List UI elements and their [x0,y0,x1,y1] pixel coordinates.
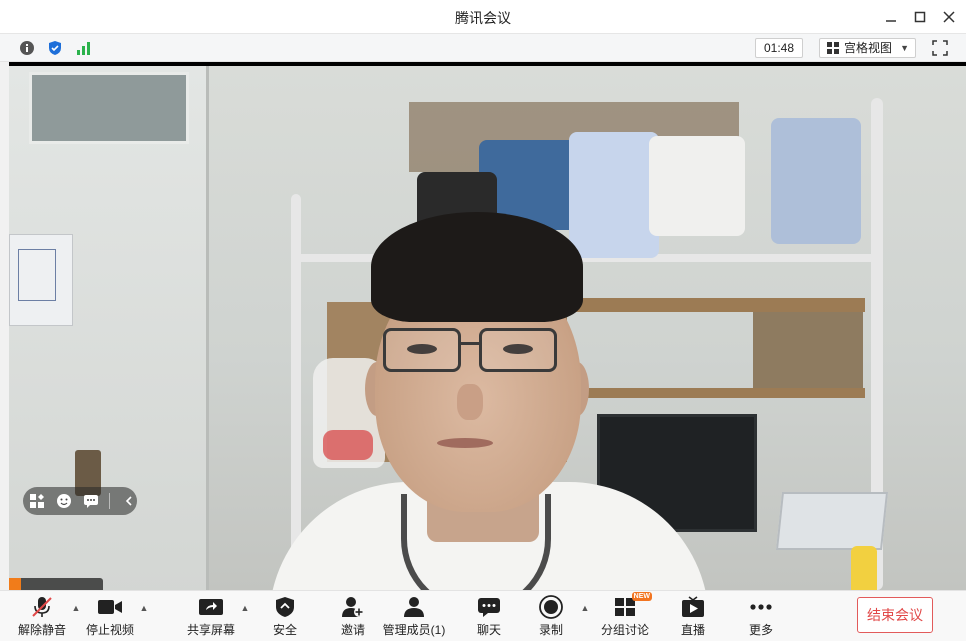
chat-label: 聊天 [476,623,501,637]
unmute-label: 解除静音 [18,623,67,637]
collapse-chevron-icon[interactable] [120,492,137,510]
video-glasses-right [479,328,557,372]
more-button[interactable]: 更多 [744,591,778,641]
maximize-icon [914,11,926,23]
fullscreen-icon [932,40,948,56]
emoji-reaction-icon[interactable] [56,492,73,510]
video-person-hair [371,212,583,322]
window-left-edge [0,62,9,590]
share-screen-button[interactable]: 共享屏幕 [186,591,236,641]
close-button[interactable] [938,7,960,27]
manage-members-label: 管理成员(1) [382,623,446,637]
layout-switch-icon[interactable] [29,492,46,510]
title-bar: 腾讯会议 [0,0,966,34]
minimize-icon [886,20,896,22]
breakout-rooms-label: 分组讨论 [600,623,649,637]
participant-badge-icon [9,578,21,590]
floating-mini-toolbar [23,487,137,515]
record-label: 录制 [538,623,563,637]
video-laptop [775,492,889,550]
add-user-icon [342,597,364,617]
video-options-caret[interactable]: ▲ [139,603,149,613]
meeting-toolbar: 解除静音 ▲ 停止视频 ▲ 共享屏幕 ▲ 安全 邀请 管理成员(1) 聊天 录制… [0,590,966,641]
security-status-button[interactable] [45,38,65,58]
meeting-timer: 01:48 [755,38,803,58]
video-clothes-shirt [569,132,659,258]
maximize-button[interactable] [909,7,931,27]
manage-members-button[interactable]: 管理成员(1) [376,591,452,641]
invite-button[interactable]: 邀请 [336,591,370,641]
chat-icon [478,598,500,617]
security-button[interactable]: 安全 [268,591,302,641]
record-icon [539,595,563,619]
record-button[interactable]: 录制 [534,591,568,641]
video-bottle [851,546,877,590]
close-icon [943,11,955,23]
more-dots-icon [750,604,772,610]
video-feed[interactable] [9,62,966,590]
live-stream-button[interactable]: 直播 [676,591,710,641]
more-label: 更多 [748,623,773,637]
meeting-info-bar: 01:48 宫格视图 ▼ [0,34,966,62]
video-clothes-white [649,136,745,236]
meeting-info-button[interactable] [17,38,37,58]
grid-view-icon [827,42,839,54]
security-label: 安全 [272,623,297,637]
video-glasses-left [383,328,461,372]
minimize-button[interactable] [880,7,902,27]
video-books [753,312,863,388]
video-person-mouth [437,438,493,448]
view-mode-label: 宫格视图 [844,41,893,55]
shield-icon [276,597,294,617]
unmute-button[interactable]: 解除静音 [18,591,66,641]
audio-options-caret[interactable]: ▲ [71,603,81,613]
video-camera-icon [98,600,122,614]
info-icon [20,41,34,55]
chat-bubble-icon[interactable] [83,492,100,510]
invite-label: 邀请 [340,623,365,637]
video-clothes-check [771,118,861,244]
video-door-window [29,72,189,144]
share-screen-icon [199,599,223,615]
stop-video-label: 停止视频 [86,623,135,637]
share-screen-label: 共享屏幕 [186,623,235,637]
mic-muted-icon [32,597,52,617]
fullscreen-button[interactable] [931,39,949,57]
video-glasses-bridge [459,342,481,345]
window-title: 腾讯会议 [455,10,511,26]
live-stream-label: 直播 [680,623,705,637]
live-stream-icon [682,596,704,617]
participant-name-tag [9,578,103,590]
video-shelf-middle [565,388,865,398]
chevron-down-icon: ▼ [900,43,909,53]
breakout-rooms-button[interactable]: NEW 分组讨论 [600,591,652,641]
signal-bars-icon [77,42,90,55]
video-person-nose [457,384,483,420]
members-icon [404,597,424,617]
video-poster [9,234,73,326]
video-shelf-top [565,298,865,312]
record-options-caret[interactable]: ▲ [580,603,590,613]
end-meeting-button[interactable]: 结束会议 [857,597,933,633]
mini-toolbar-divider [109,493,111,509]
share-options-caret[interactable]: ▲ [240,603,250,613]
view-mode-dropdown[interactable]: 宫格视图 ▼ [819,38,916,58]
network-signal-button[interactable] [73,38,93,58]
shield-check-icon [49,41,61,55]
chat-button[interactable]: 聊天 [472,591,506,641]
new-badge: NEW [631,592,652,601]
stop-video-button[interactable]: 停止视频 [86,591,134,641]
